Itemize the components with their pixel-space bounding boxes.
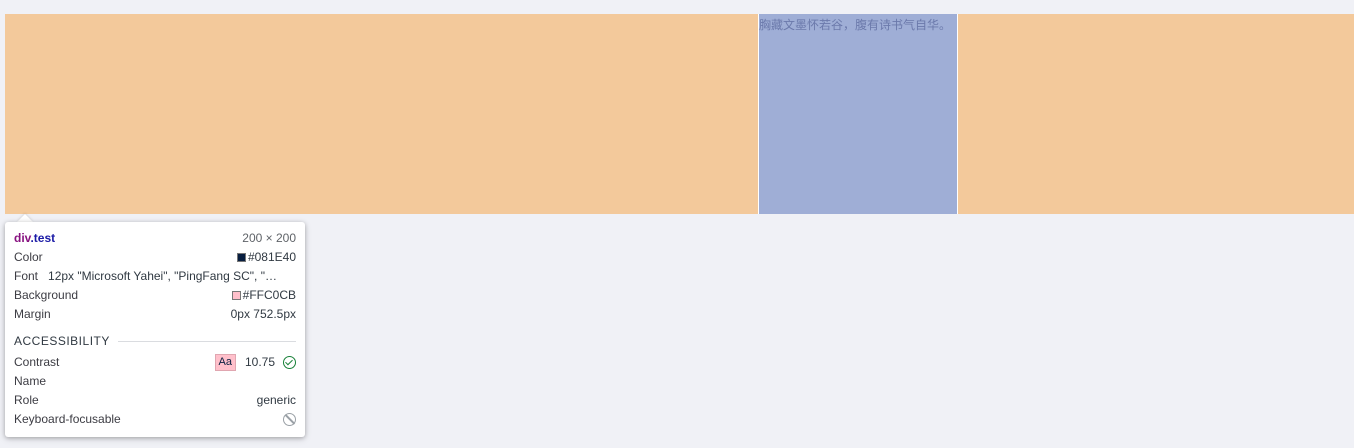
font-label: Font	[14, 269, 39, 283]
background-swatch	[231, 291, 241, 300]
role-row: Role generic	[14, 391, 296, 410]
margin-value: 0px 752.5px	[230, 307, 296, 321]
margin-row: Margin 0px 752.5px	[14, 305, 296, 324]
contrast-label: Contrast	[14, 355, 60, 369]
accessibility-section-header: ACCESSIBILITY	[14, 332, 296, 350]
inspect-tooltip: div.test 200 × 200 Color #081E40 Font 12…	[5, 222, 305, 437]
background-label: Background	[14, 288, 79, 302]
margin-highlight-overlay	[5, 14, 1354, 214]
section-divider	[117, 340, 296, 342]
role-value: generic	[256, 393, 296, 407]
font-value: 12px "Microsoft Yahei", "PingFang SC", "…	[48, 269, 277, 283]
keyboard-focusable-label: Keyboard-focusable	[14, 412, 121, 426]
color-swatch	[236, 253, 246, 262]
highlighted-element-content[interactable]: 胸藏文墨怀若谷，腹有诗书气自华。	[758, 14, 958, 214]
font-row: Font 12px "Microsoft Yahei", "PingFang S…	[14, 267, 296, 286]
name-label: Name	[14, 374, 47, 388]
contrast-badge: Aa	[214, 354, 236, 371]
element-dimensions: 200 × 200	[242, 231, 296, 245]
color-label: Color	[14, 250, 43, 264]
accessibility-title: ACCESSIBILITY	[14, 334, 110, 348]
background-row: Background #FFC0CB	[14, 286, 296, 305]
background-value: #FFC0CB	[242, 288, 296, 302]
margin-label: Margin	[14, 307, 51, 321]
color-row: Color #081E40	[14, 248, 296, 267]
contrast-value: 10.75	[244, 355, 275, 369]
selector-class: .test	[30, 231, 56, 245]
contrast-row: Contrast Aa 10.75	[14, 353, 296, 372]
element-selector: div.test	[14, 229, 55, 247]
keyboard-focusable-row: Keyboard-focusable	[14, 410, 296, 429]
role-label: Role	[14, 393, 39, 407]
selector-tag: div	[14, 231, 31, 245]
check-circle-icon	[283, 356, 296, 369]
not-allowed-icon	[283, 413, 296, 426]
element-text: 胸藏文墨怀若谷，腹有诗书气自华。	[759, 18, 952, 32]
name-row: Name	[14, 372, 296, 391]
tooltip-arrow	[17, 214, 33, 222]
color-value: #081E40	[247, 250, 296, 264]
tooltip-header: div.test 200 × 200	[14, 229, 296, 247]
